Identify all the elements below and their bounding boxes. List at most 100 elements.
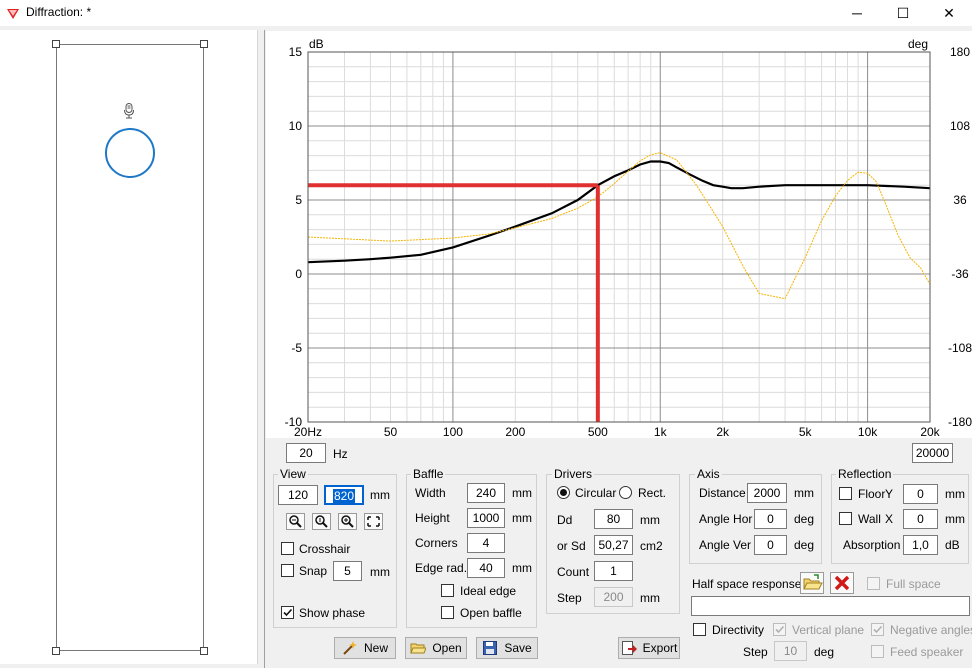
dd-input[interactable]: 80 (594, 509, 633, 529)
resize-handle-bottom-right[interactable] (200, 647, 208, 655)
grid-minor (307, 52, 931, 422)
half-space-file-input[interactable] (691, 596, 970, 616)
baffle-corners-input[interactable]: 4 (467, 533, 505, 553)
wall-checkbox[interactable] (839, 512, 852, 525)
check-icon (775, 625, 785, 634)
y-tick-label: 5 (295, 193, 302, 207)
angle-ver-unit: deg (794, 538, 815, 552)
delete-icon (834, 575, 850, 591)
fit-all-button[interactable] (364, 513, 383, 530)
zoom-out-button[interactable] (286, 513, 305, 530)
snap-checkbox[interactable] (281, 564, 294, 577)
zoom-fit-button[interactable] (312, 513, 331, 530)
directivity-step-input[interactable]: 10 (774, 641, 807, 661)
expand-icon (367, 516, 380, 527)
maximize-button[interactable]: ☐ (880, 0, 926, 26)
freq-max-input[interactable]: 20000 (912, 443, 953, 463)
crosshair-checkbox[interactable] (281, 542, 294, 555)
directivity-label: Directivity (712, 623, 765, 637)
dd-label: Dd (557, 513, 573, 527)
resize-handle-top-right[interactable] (200, 40, 208, 48)
angle-hor-label: Angle Hor (699, 512, 753, 526)
resize-handle-top-left[interactable] (52, 40, 60, 48)
plot-frame (307, 51, 931, 423)
zoom-actual-icon (315, 515, 328, 528)
angle-hor-input[interactable]: 0 (754, 509, 787, 529)
new-button-label: New (363, 641, 388, 655)
show-phase-label: Show phase (299, 606, 366, 620)
reflection-group-title: Reflection (836, 467, 894, 481)
sd-label: or Sd (557, 539, 586, 553)
sd-unit: cm2 (640, 539, 663, 553)
baffle-width-input[interactable]: 240 (467, 483, 505, 503)
resize-handle-bottom-left[interactable] (52, 647, 60, 655)
save-button[interactable]: Save (476, 637, 538, 659)
export-button[interactable]: Export (618, 637, 680, 659)
floor-checkbox[interactable] (839, 487, 852, 500)
x-tick-label: 10k (858, 425, 878, 438)
floor-input[interactable]: 0 (903, 484, 938, 504)
view-unit: mm (370, 488, 390, 502)
count-input[interactable]: 1 (594, 561, 633, 581)
title-bar (0, 0, 972, 26)
baffle-height-unit: mm (512, 511, 532, 525)
magnitude-line (307, 160, 931, 264)
app-icon (7, 9, 19, 19)
feed-speaker-checkbox[interactable] (871, 645, 884, 658)
frequency-response-chart[interactable]: 20Hz 50 100 200 500 1k 2k 5k 10k 20k151050-5-1018… (266, 31, 972, 438)
distance-input[interactable]: 2000 (747, 483, 787, 503)
check-icon (283, 608, 293, 617)
baffle-height-input[interactable]: 1000 (467, 508, 505, 528)
y-tick-label: 15 (289, 45, 303, 59)
zoom-in-button[interactable] (338, 513, 357, 530)
y-tick-label: 0 (295, 267, 302, 281)
y2-axis-label: deg (908, 37, 928, 51)
baffle-edge-input[interactable]: 40 (467, 558, 505, 578)
baffle-width-unit: mm (512, 486, 532, 500)
directivity-step-unit: deg (814, 645, 835, 659)
sd-input[interactable]: 50,27 (594, 535, 633, 555)
circular-label: Circular (575, 486, 617, 500)
save-button-label: Save (504, 641, 532, 655)
full-space-label: Full space (886, 577, 941, 591)
rect-radio[interactable] (619, 486, 632, 499)
vertical-plane-checkbox[interactable] (773, 623, 786, 636)
floppy-disk-icon (483, 641, 498, 655)
view-height-selected: 820 (332, 489, 356, 503)
minimize-button[interactable]: ─ (834, 0, 880, 26)
open-baffle-checkbox[interactable] (441, 606, 454, 619)
y2-tick-label: -36 (951, 267, 969, 281)
view-height-input[interactable]: 820 (324, 485, 364, 505)
crosshair-label: Crosshair (299, 542, 351, 556)
vertical-plane-label: Vertical plane (792, 623, 865, 637)
absorption-input[interactable]: 1,0 (903, 535, 938, 555)
drivers-group-title: Drivers (552, 467, 594, 481)
clear-response-button[interactable] (830, 572, 854, 594)
show-phase-checkbox[interactable] (281, 606, 294, 619)
full-space-checkbox[interactable] (867, 577, 880, 590)
circular-radio[interactable] (557, 486, 570, 499)
check-icon (873, 625, 883, 634)
close-button[interactable]: ✕ (926, 0, 972, 26)
wall-unit: mm (945, 512, 965, 526)
directivity-checkbox[interactable] (693, 623, 706, 636)
distance-unit: mm (794, 486, 814, 500)
y2-tick-label: -180 (948, 415, 972, 429)
open-response-button[interactable] (800, 572, 824, 594)
new-button[interactable]: New (334, 637, 396, 659)
grid-major (308, 51, 930, 423)
view-width-input[interactable]: 120 (278, 485, 318, 505)
x-tick-label: 50 (384, 425, 398, 438)
wall-input[interactable]: 0 (903, 509, 938, 529)
drivers-step-input[interactable]: 200 (594, 587, 633, 607)
negative-angles-checkbox[interactable] (871, 623, 884, 636)
drivers-step-label: Step (557, 591, 582, 605)
angle-ver-input[interactable]: 0 (754, 535, 787, 555)
baffle-edge-label: Edge rad. (415, 561, 468, 575)
ideal-edge-checkbox[interactable] (441, 584, 454, 597)
snap-input[interactable]: 5 (333, 561, 362, 581)
driver-circle[interactable] (105, 128, 155, 178)
window-title: Diffraction: * (26, 5, 92, 19)
open-button[interactable]: Open (405, 637, 467, 659)
freq-min-input[interactable]: 20 (286, 443, 326, 463)
